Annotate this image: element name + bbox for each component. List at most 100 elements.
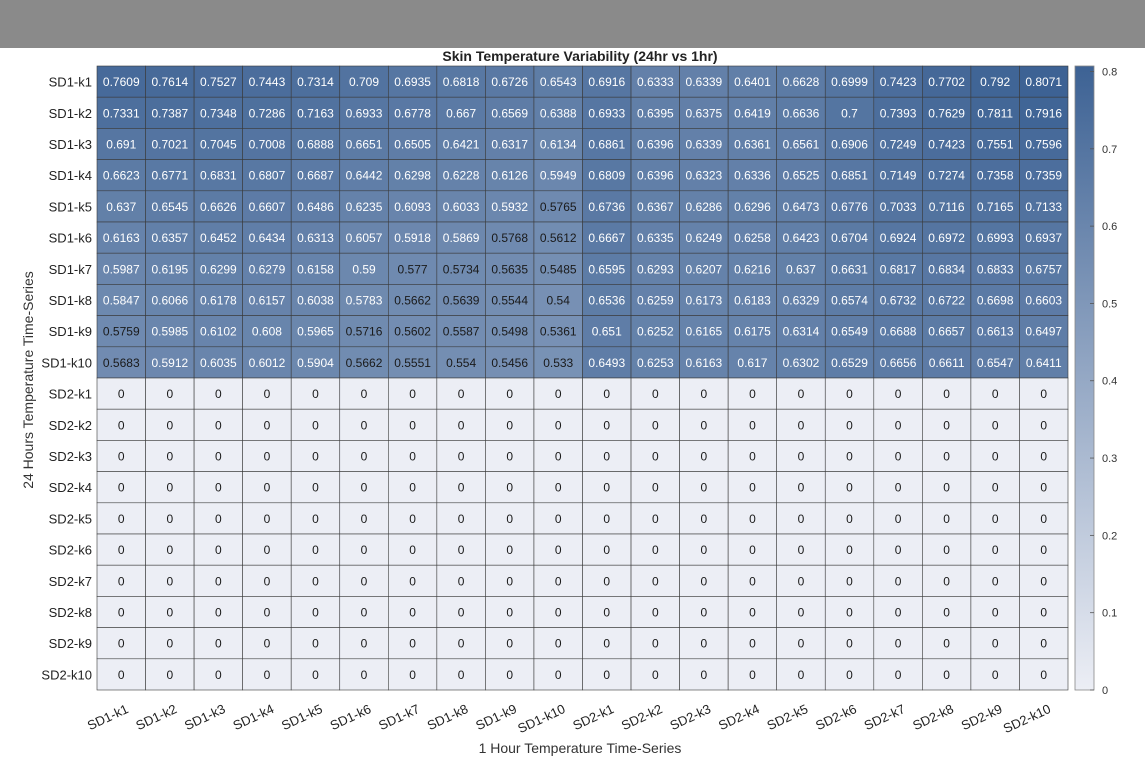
cell-value-label: 0 bbox=[166, 512, 173, 526]
cell-value-label: 0.6574 bbox=[831, 294, 868, 308]
x-tick-label: SD1-k10 bbox=[515, 701, 567, 736]
cell-value-label: 0.5768 bbox=[491, 231, 528, 245]
cell-value-label: 0 bbox=[701, 637, 708, 651]
cell-value-label: 0.577 bbox=[398, 262, 428, 276]
cell-value-label: 0 bbox=[701, 418, 708, 432]
cell-value-label: 0.7702 bbox=[928, 75, 965, 89]
cell-value-label: 0.6419 bbox=[734, 106, 771, 120]
cell-value-label: 0.6726 bbox=[491, 75, 528, 89]
cell-value-label: 0 bbox=[1040, 637, 1047, 651]
cell-value-label: 0 bbox=[118, 481, 125, 495]
cell-value-label: 0 bbox=[749, 481, 756, 495]
cell-value-label: 0 bbox=[652, 637, 659, 651]
cell-value-label: 0 bbox=[555, 668, 562, 682]
heatmap-chart: Skin Temperature Variability (24hr vs 1h… bbox=[20, 48, 1117, 756]
cell-value-label: 0 bbox=[846, 637, 853, 651]
cell-value-label: 0 bbox=[118, 512, 125, 526]
cell-value-label: 0.6235 bbox=[346, 200, 383, 214]
cell-value-label: 0 bbox=[215, 574, 222, 588]
cell-value-label: 0.6057 bbox=[346, 231, 383, 245]
cell-value-label: 0 bbox=[1040, 450, 1047, 464]
cell-value-label: 0.651 bbox=[592, 325, 622, 339]
cell-value-label: 0 bbox=[264, 387, 271, 401]
cell-value-label: 0.6253 bbox=[637, 356, 674, 370]
cell-value-label: 0 bbox=[215, 450, 222, 464]
cell-value-label: 0.6603 bbox=[1025, 294, 1062, 308]
cell-value-label: 0.5783 bbox=[346, 294, 383, 308]
cell-value-label: 0.7274 bbox=[928, 169, 965, 183]
colorbar-tick-label: 0.3 bbox=[1102, 453, 1117, 465]
cell-value-label: 0 bbox=[992, 387, 999, 401]
cell-value-label: 0.6314 bbox=[783, 325, 820, 339]
cell-value-label: 0 bbox=[312, 512, 319, 526]
cell-value-label: 0 bbox=[409, 543, 416, 557]
cell-value-label: 0.5949 bbox=[540, 169, 577, 183]
cell-value-label: 0.6831 bbox=[200, 169, 237, 183]
cell-value-label: 0.6434 bbox=[249, 231, 286, 245]
cell-value-label: 0 bbox=[749, 574, 756, 588]
cell-value-label: 0.7629 bbox=[928, 106, 965, 120]
cell-value-label: 0.6732 bbox=[880, 294, 917, 308]
cell-value-label: 0 bbox=[895, 574, 902, 588]
cell-value-label: 0 bbox=[603, 637, 610, 651]
cell-value-label: 0 bbox=[798, 418, 805, 432]
cell-value-label: 0 bbox=[701, 481, 708, 495]
cell-value-label: 0.7149 bbox=[880, 169, 917, 183]
cell-value-label: 0 bbox=[312, 668, 319, 682]
cell-value-label: 0.6134 bbox=[540, 138, 577, 152]
cell-value-label: 0.6258 bbox=[734, 231, 771, 245]
cell-value-label: 0 bbox=[652, 481, 659, 495]
cell-value-label: 0 bbox=[264, 418, 271, 432]
cell-value-label: 0.6543 bbox=[540, 75, 577, 89]
cell-value-label: 0.5734 bbox=[443, 262, 480, 276]
cell-value-label: 0.7596 bbox=[1025, 138, 1062, 152]
x-tick-label: SD1-k2 bbox=[133, 701, 179, 733]
cell-value-label: 0 bbox=[118, 418, 125, 432]
cell-value-label: 0 bbox=[166, 387, 173, 401]
cell-value-label: 0.6259 bbox=[637, 294, 674, 308]
cell-value-label: 0 bbox=[603, 481, 610, 495]
cell-value-label: 0.7423 bbox=[880, 75, 917, 89]
cell-value-label: 0 bbox=[409, 418, 416, 432]
cell-value-label: 0 bbox=[846, 543, 853, 557]
cell-value-label: 0 bbox=[458, 668, 465, 682]
x-tick-label: SD1-k9 bbox=[473, 701, 519, 733]
cell-value-label: 0 bbox=[895, 450, 902, 464]
cell-value-label: 0 bbox=[215, 637, 222, 651]
cell-value-label: 0.6396 bbox=[637, 169, 674, 183]
x-tick-label: SD1-k5 bbox=[279, 701, 325, 733]
cell-value-label: 0.6442 bbox=[346, 169, 383, 183]
cell-value-label: 0.5602 bbox=[394, 325, 431, 339]
cell-value-label: 0.7393 bbox=[880, 106, 917, 120]
cell-value-label: 0.5361 bbox=[540, 325, 577, 339]
cell-value-label: 0 bbox=[846, 512, 853, 526]
x-tick-label: SD2-k8 bbox=[910, 701, 956, 733]
cell-value-label: 0 bbox=[895, 637, 902, 651]
cell-value-label: 0.7609 bbox=[103, 75, 140, 89]
cell-value-label: 0.6651 bbox=[346, 138, 383, 152]
colorbar bbox=[1074, 65, 1095, 691]
cell-value-label: 0 bbox=[264, 450, 271, 464]
cell-value-label: 0.6286 bbox=[686, 200, 723, 214]
cell-value-label: 0 bbox=[409, 574, 416, 588]
cell-value-label: 0.7331 bbox=[103, 106, 140, 120]
cell-value-label: 0.5932 bbox=[491, 200, 528, 214]
y-tick-label: SD1-k7 bbox=[49, 262, 92, 277]
cell-value-label: 0.6313 bbox=[297, 231, 334, 245]
cell-value-label: 0 bbox=[603, 418, 610, 432]
x-tick-label: SD1-k7 bbox=[376, 701, 422, 733]
cell-value-label: 0 bbox=[943, 512, 950, 526]
cell-value-label: 0 bbox=[215, 543, 222, 557]
cell-value-label: 0 bbox=[1040, 512, 1047, 526]
cell-value-label: 0.617 bbox=[737, 356, 767, 370]
y-tick-label: SD1-k8 bbox=[49, 293, 92, 308]
cell-value-label: 0 bbox=[749, 418, 756, 432]
cell-value-label: 0.6888 bbox=[297, 138, 334, 152]
cell-value-label: 0.7286 bbox=[249, 106, 286, 120]
cell-value-label: 0.6339 bbox=[686, 138, 723, 152]
cell-value-label: 0.7387 bbox=[151, 106, 188, 120]
cell-value-label: 0.5635 bbox=[491, 262, 528, 276]
cell-value-label: 0.7811 bbox=[977, 106, 1013, 120]
cell-value-label: 0.792 bbox=[980, 75, 1010, 89]
cell-value-label: 0.554 bbox=[446, 356, 476, 370]
